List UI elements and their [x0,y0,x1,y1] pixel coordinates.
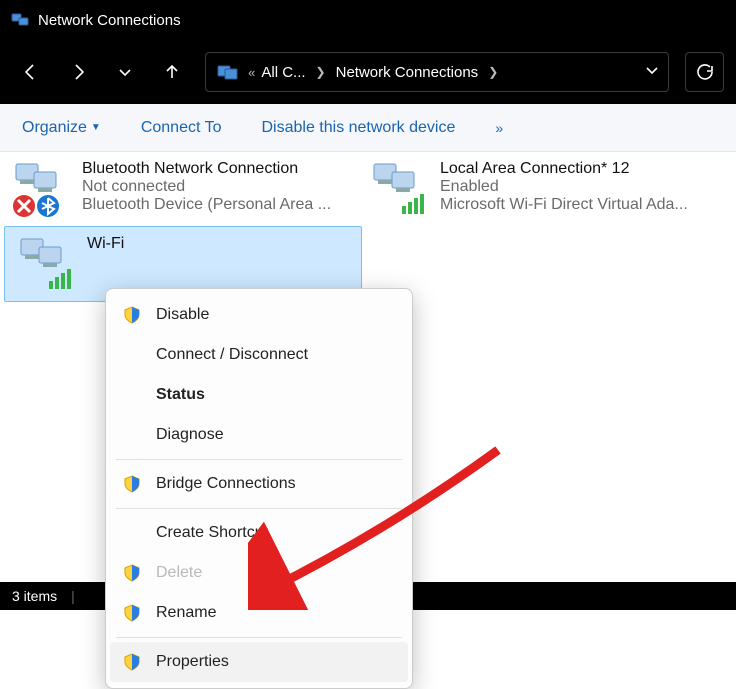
ctx-label: Create Shortcut [156,524,268,542]
ctx-label: Disable [156,306,209,324]
connection-name: Local Area Connection* 12 [440,160,706,178]
disable-device-label: Disable this network device [261,119,455,137]
connection-name: Wi-Fi [87,235,351,253]
ctx-rename[interactable]: Rename [110,593,408,633]
connection-status: Enabled [440,178,706,196]
chevron-right-icon[interactable]: ❯ [312,65,330,79]
title-bar: Network Connections [0,0,736,40]
refresh-button[interactable] [685,52,724,92]
context-menu: Disable Connect / Disconnect Status Diag… [105,288,413,689]
up-button[interactable] [152,52,191,92]
status-separator: | [71,588,75,604]
shield-icon [120,563,144,583]
shield-icon [120,474,144,494]
address-dropdown-button[interactable] [644,62,660,82]
connection-device: Microsoft Wi-Fi Direct Virtual Ada... [440,196,706,214]
shield-icon [120,652,144,672]
connect-to-label: Connect To [141,119,222,137]
address-bar[interactable]: « All C... ❯ Network Connections ❯ [205,52,669,92]
ctx-separator [116,637,402,638]
chevron-down-icon: ▼ [91,122,101,133]
ctx-bridge-connections[interactable]: Bridge Connections [110,464,408,504]
address-folder-icon [214,63,242,81]
connect-to-button[interactable]: Connect To [141,119,222,137]
connection-name: Bluetooth Network Connection [82,160,348,178]
ctx-separator [116,508,402,509]
address-ellipsis: « [248,65,255,80]
address-segment-2[interactable]: Network Connections [336,64,479,81]
ctx-label: Bridge Connections [156,475,296,493]
disable-device-button[interactable]: Disable this network device [261,119,455,137]
ctx-properties[interactable]: Properties [110,642,408,682]
recent-locations-button[interactable] [106,52,145,92]
status-item-count: 3 items [12,588,57,604]
ctx-label: Properties [156,653,229,671]
ctx-diagnose[interactable]: Diagnose [110,415,408,455]
ctx-delete: Delete [110,553,408,593]
network-adapter-icon [10,160,72,218]
connection-status: Not connected [82,178,348,196]
organize-menu[interactable]: Organize ▼ [22,119,101,137]
ctx-label: Status [156,386,205,404]
ctx-connect-disconnect[interactable]: Connect / Disconnect [110,335,408,375]
navigation-bar: « All C... ❯ Network Connections ❯ [0,40,736,104]
connection-item-local-area[interactable]: Local Area Connection* 12 Enabled Micros… [358,152,716,226]
window-title: Network Connections [38,12,181,29]
ctx-disable[interactable]: Disable [110,295,408,335]
chevron-right-icon[interactable]: ❯ [484,65,502,79]
connection-device: Bluetooth Device (Personal Area ... [82,196,348,214]
connection-item-bluetooth[interactable]: Bluetooth Network Connection Not connect… [0,152,358,226]
shield-icon [120,305,144,325]
ctx-label: Diagnose [156,426,224,444]
network-adapter-icon [368,160,430,218]
ctx-label: Delete [156,564,202,582]
address-segment-1[interactable]: All C... [261,64,305,81]
more-commands-button[interactable]: » [495,120,505,136]
network-connections-icon [10,10,30,30]
ctx-separator [116,459,402,460]
command-toolbar: Organize ▼ Connect To Disable this netwo… [0,104,736,152]
ctx-create-shortcut[interactable]: Create Shortcut [110,513,408,553]
network-adapter-icon [15,235,77,293]
back-button[interactable] [12,52,51,92]
forward-button[interactable] [59,52,98,92]
ctx-label: Connect / Disconnect [156,346,308,364]
shield-icon [120,603,144,623]
ctx-label: Rename [156,604,216,622]
more-label: » [495,120,505,136]
ctx-status[interactable]: Status [110,375,408,415]
organize-label: Organize [22,119,87,137]
